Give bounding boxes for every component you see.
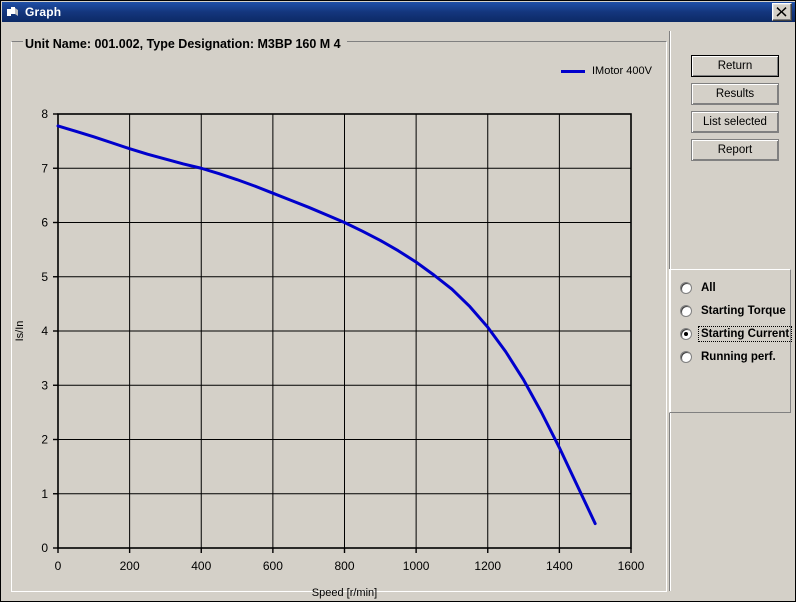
- radio-indicator: [680, 282, 692, 294]
- y-tick-label: 8: [41, 107, 48, 121]
- x-tick-label: 800: [334, 559, 354, 573]
- radio-label: Starting Current: [697, 326, 793, 342]
- graph-window: Graph Unit Name: 001.002, Type Designati…: [0, 0, 796, 602]
- y-tick-label: 1: [41, 487, 48, 501]
- x-tick-label: 1400: [546, 559, 573, 573]
- y-tick-label: 3: [41, 378, 48, 392]
- x-tick-label: 1000: [403, 559, 430, 573]
- radio-option-starting-torque[interactable]: Starting Torque: [680, 303, 788, 319]
- x-tick-label: 200: [120, 559, 140, 573]
- report-button[interactable]: Report: [691, 139, 779, 161]
- y-tick-label: 5: [41, 270, 48, 284]
- chart-plot: 0 200 400 600 800 1000 1200 1400 1600 0 1 2 3 4 5 6 7 8 Sp…: [14, 107, 645, 599]
- x-axis-title: Speed [r/min]: [312, 587, 377, 599]
- return-button[interactable]: Return: [691, 55, 779, 77]
- results-button[interactable]: Results: [691, 83, 779, 105]
- y-tick-label: 7: [41, 161, 48, 175]
- x-tick-label: 600: [263, 559, 283, 573]
- x-tick-label: 1200: [474, 559, 501, 573]
- x-tick-label: 400: [191, 559, 211, 573]
- close-icon: [776, 7, 787, 17]
- radio-label: Starting Torque: [701, 305, 786, 317]
- y-tick-label: 2: [41, 433, 48, 447]
- close-button[interactable]: [772, 3, 792, 21]
- y-tick-label: 6: [41, 216, 48, 230]
- data-series-line: [56, 124, 597, 526]
- unit-info-label: Unit Name: 001.002, Type Designation: M3…: [23, 37, 347, 51]
- display-mode-radio-group: All Starting Torque Starting Current Run…: [669, 269, 793, 413]
- x-tick-label: 0: [55, 559, 62, 573]
- y-tick-label: 0: [41, 541, 48, 555]
- window-titlebar: Graph: [2, 2, 795, 22]
- radio-option-all[interactable]: All: [680, 280, 718, 296]
- y-tick-label: 4: [41, 324, 48, 338]
- chart-legend: IMotor 400V: [561, 65, 652, 77]
- radio-indicator: [680, 305, 692, 317]
- radio-indicator: [680, 328, 692, 340]
- window-title: Graph: [25, 5, 62, 19]
- radio-option-starting-current[interactable]: Starting Current: [680, 326, 793, 342]
- y-axis-title: Is/In: [14, 321, 26, 342]
- radio-label: Running perf.: [701, 351, 776, 363]
- radio-label: All: [701, 282, 716, 294]
- legend-color-swatch: [561, 69, 585, 73]
- graph-window-icon: [7, 7, 18, 16]
- radio-option-running-perf[interactable]: Running perf.: [680, 349, 778, 365]
- radio-indicator: [680, 351, 692, 363]
- legend-label: IMotor 400V: [592, 65, 652, 77]
- list-selected-button[interactable]: List selected: [691, 111, 779, 133]
- x-tick-label: 1600: [618, 559, 645, 573]
